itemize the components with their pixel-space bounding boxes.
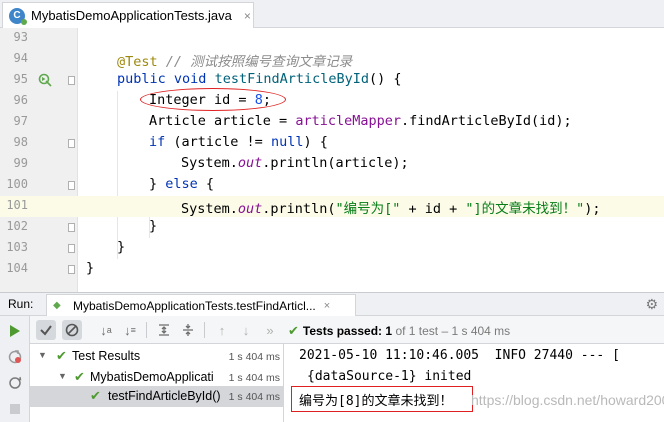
highlight-ellipse bbox=[140, 88, 286, 111]
toggle-auto-test-icon[interactable] bbox=[6, 374, 24, 392]
code-line-current: 101 System.out.println("编号为[" + id + "]的… bbox=[0, 196, 664, 217]
run-config-tab[interactable]: ◆ MybatisDemoApplicationTests.testFindAr… bbox=[46, 294, 356, 316]
fold-marker[interactable] bbox=[68, 265, 75, 274]
close-icon[interactable]: × bbox=[244, 9, 251, 23]
line-number: 99 bbox=[13, 156, 28, 170]
chevron-down-icon[interactable]: ▼ bbox=[58, 371, 67, 381]
tree-row-time: 1 s 404 ms bbox=[228, 391, 280, 403]
collapse-all-icon[interactable] bbox=[178, 320, 198, 340]
passed-check-icon: ✔ bbox=[74, 369, 85, 384]
code-text: Article article = articleMapper.findArti… bbox=[149, 113, 572, 129]
run-panel-header: Run: ◆ MybatisDemoApplicationTests.testF… bbox=[0, 292, 664, 316]
tree-row-selected[interactable]: ✔ testFindArticleById() 1 s 404 ms bbox=[30, 386, 284, 407]
code-text: } bbox=[149, 218, 158, 234]
code-line: 93 bbox=[0, 28, 664, 49]
code-line: 97 Article article = articleMapper.findA… bbox=[0, 112, 664, 133]
expand-all-icon[interactable] bbox=[154, 320, 174, 340]
line-number: 102 bbox=[6, 219, 28, 233]
fold-marker[interactable] bbox=[68, 223, 75, 232]
show-ignored-icon[interactable] bbox=[62, 320, 82, 340]
test-status: ✔ Tests passed: 1 of 1 test – 1 s 404 ms bbox=[288, 323, 511, 338]
console-line: {dataSource-1} inited bbox=[307, 369, 472, 384]
line-number: 97 bbox=[13, 114, 28, 128]
editor-tab-bar: C MybatisDemoApplicationTests.java × bbox=[0, 0, 664, 28]
toolbar-separator bbox=[146, 322, 147, 338]
line-number: 95 bbox=[13, 72, 28, 86]
run-config-icon: ◆ bbox=[53, 300, 61, 311]
console-output[interactable]: 2021-05-10 11:10:46.005 INFO 27440 --- [… bbox=[285, 344, 664, 422]
watermark: https://blog.csdn.net/howard2005 bbox=[471, 392, 664, 408]
sort-by-duration-icon[interactable]: ↓ ≡ bbox=[120, 320, 140, 340]
tree-row-time: 1 s 404 ms bbox=[228, 372, 280, 384]
code-line: 102 } bbox=[0, 217, 664, 238]
java-class-icon: C bbox=[9, 7, 27, 25]
tree-row-label: MybatisDemoApplicati bbox=[90, 370, 214, 384]
console-line-highlighted: 编号为[8]的文章未找到！ bbox=[299, 394, 453, 409]
fold-marker[interactable] bbox=[68, 139, 75, 148]
fold-marker[interactable] bbox=[68, 76, 75, 85]
code-line: 104 } bbox=[0, 259, 664, 280]
code-line: 103 } bbox=[0, 238, 664, 259]
rerun-failed-icon[interactable] bbox=[6, 348, 24, 366]
show-passed-icon[interactable] bbox=[36, 320, 56, 340]
line-number: 104 bbox=[6, 261, 28, 275]
line-number: 100 bbox=[6, 177, 28, 191]
line-number: 103 bbox=[6, 240, 28, 254]
code-line: 96 Integer id = 8; bbox=[0, 91, 664, 112]
code-text: } bbox=[117, 239, 126, 255]
tree-row-label: Test Results bbox=[72, 349, 141, 363]
fold-marker[interactable] bbox=[68, 181, 75, 190]
toolbar-separator bbox=[204, 322, 205, 338]
previous-failed-icon[interactable]: ↑ bbox=[212, 320, 232, 340]
code-line: 100 } else { bbox=[0, 175, 664, 196]
test-results-tree: ▼ ✔ Test Results 1 s 404 ms ▼ ✔ MybatisD… bbox=[30, 344, 284, 422]
rerun-icon[interactable] bbox=[6, 322, 24, 340]
line-number: 98 bbox=[13, 135, 28, 149]
code-editor[interactable]: 93 94 @Test // 测试按照编号查询文章记录 95 public vo… bbox=[0, 28, 664, 292]
tree-row-label: testFindArticleById() bbox=[108, 389, 221, 403]
tree-row-time: 1 s 404 ms bbox=[228, 351, 280, 363]
code-text: public void testFindArticleById() { bbox=[117, 71, 402, 87]
code-line: 94 @Test // 测试按照编号查询文章记录 bbox=[0, 49, 664, 70]
editor-tab[interactable]: C MybatisDemoApplicationTests.java × bbox=[2, 2, 254, 28]
run-config-tab-label: MybatisDemoApplicationTests.testFindArti… bbox=[73, 298, 316, 313]
run-side-toolbar bbox=[0, 316, 30, 422]
more-icon[interactable]: » bbox=[260, 320, 280, 340]
close-icon[interactable]: × bbox=[324, 300, 330, 312]
test-toolbar: ↓ a ↓ ≡ ↑ ↓ » ✔ Tests passed: 1 of 1 test –… bbox=[30, 316, 664, 344]
tree-row[interactable]: ▼ ✔ MybatisDemoApplicati 1 s 404 ms bbox=[30, 367, 284, 388]
code-text: System.out.println("编号为[" + id + "]的文章未找… bbox=[181, 201, 601, 217]
code-text: } bbox=[86, 260, 95, 276]
code-line: 99 System.out.println(article); bbox=[0, 154, 664, 175]
line-number: 96 bbox=[13, 93, 28, 107]
fold-marker[interactable] bbox=[68, 244, 75, 253]
console-line: 2021-05-10 11:10:46.005 INFO 27440 --- [ bbox=[299, 348, 620, 363]
line-number: 93 bbox=[13, 30, 28, 44]
line-number: 101 bbox=[6, 198, 28, 212]
passed-check-icon: ✔ bbox=[90, 388, 101, 403]
editor-tab-label: MybatisDemoApplicationTests.java bbox=[31, 8, 232, 23]
code-text: if (article != null) { bbox=[149, 134, 328, 150]
code-line: 95 public void testFindArticleById() { bbox=[0, 70, 664, 91]
passed-check-icon: ✔ bbox=[288, 323, 299, 338]
sort-alphabetically-icon[interactable]: ↓ a bbox=[96, 320, 116, 340]
run-panel-title: Run: bbox=[8, 297, 34, 311]
run-test-gutter-icon[interactable] bbox=[38, 73, 52, 87]
line-number: 94 bbox=[13, 51, 28, 65]
gear-icon[interactable]: ⚙ bbox=[645, 296, 658, 313]
code-line: 98 if (article != null) { bbox=[0, 133, 664, 154]
chevron-down-icon[interactable]: ▼ bbox=[38, 350, 47, 360]
passed-check-icon: ✔ bbox=[56, 348, 67, 363]
code-text: } else { bbox=[149, 176, 215, 192]
code-text: System.out.println(article); bbox=[181, 155, 409, 171]
code-text: @Test // 测试按照编号查询文章记录 bbox=[117, 54, 353, 70]
next-failed-icon[interactable]: ↓ bbox=[236, 320, 256, 340]
tree-row[interactable]: ▼ ✔ Test Results 1 s 404 ms bbox=[30, 346, 284, 367]
stop-icon[interactable] bbox=[6, 400, 24, 418]
